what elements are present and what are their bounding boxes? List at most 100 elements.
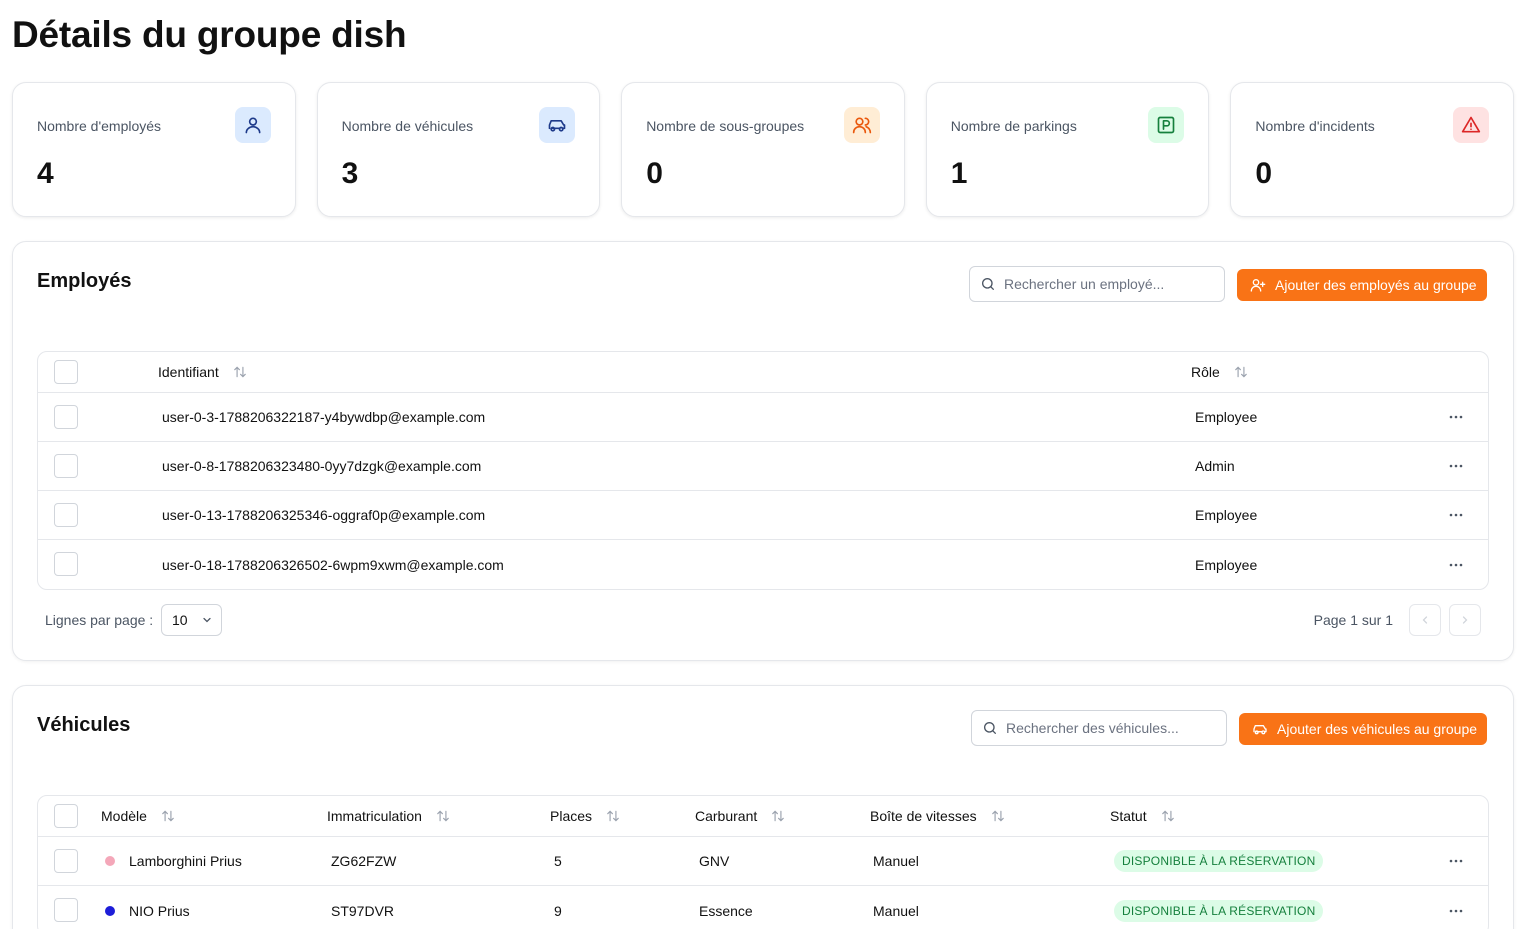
vehicle-seats: 5	[554, 853, 562, 869]
column-label: Carburant	[695, 808, 758, 824]
sort-icon	[991, 809, 1005, 823]
users-icon	[843, 107, 880, 143]
add-employees-button[interactable]: Ajouter des employés au groupe	[1237, 269, 1487, 301]
add-vehicles-button[interactable]: Ajouter des véhicules au groupe	[1239, 713, 1488, 745]
stat-label: Nombre de véhicules	[341, 118, 474, 134]
status-badge: DISPONIBLE À LA RÉSERVATION	[1114, 850, 1324, 872]
column-status[interactable]: Statut	[1110, 796, 1175, 836]
stats-row: Nombre d'employés 4 Nombre de véhicules …	[12, 82, 1514, 217]
employee-id: user-0-3-1788206322187-y4bywdbp@example.…	[162, 409, 486, 425]
vehicle-fuel: GNV	[699, 853, 730, 869]
column-plate[interactable]: Immatriculation	[327, 796, 450, 836]
vehicle-seats: 9	[554, 902, 562, 919]
parking-icon	[1148, 107, 1185, 143]
row-checkbox[interactable]	[54, 552, 78, 576]
rows-per-page-value: 10	[172, 612, 188, 628]
vehicle-color-dot	[105, 856, 115, 866]
sort-icon	[1161, 809, 1175, 823]
select-all-checkbox[interactable]	[54, 804, 78, 828]
employee-search-input[interactable]	[1004, 276, 1214, 292]
stat-card-employees: Nombre d'employés 4	[12, 82, 296, 217]
chevron-left-icon	[1422, 616, 1428, 624]
group-details-page: Détails du groupe dish Nombre d'employés…	[0, 0, 1529, 929]
more-actions-icon[interactable]	[1448, 886, 1464, 929]
vehicle-model: NIO Prius	[105, 886, 190, 929]
stat-value: 4	[37, 157, 54, 190]
rows-per-page-select[interactable]: 10	[161, 604, 222, 636]
column-model[interactable]: Modèle	[101, 796, 175, 836]
chevron-down-icon	[203, 617, 211, 623]
column-label: Boîte de vitesses	[870, 808, 977, 824]
stat-label: Nombre de parkings	[950, 118, 1077, 134]
user-icon	[234, 107, 271, 143]
search-icon	[982, 278, 994, 290]
column-gearbox[interactable]: Boîte de vitesses	[870, 796, 1005, 836]
table-row: NIO Prius ST97DVR 9 Essence Manuel DISPO…	[38, 886, 1488, 929]
column-role[interactable]: Rôle	[1191, 352, 1248, 392]
column-identifiant[interactable]: Identifiant	[158, 352, 247, 392]
vehicle-plate: ZG62FZW	[331, 853, 397, 869]
stat-value: 0	[1255, 157, 1273, 190]
vehicle-search-input[interactable]	[1006, 720, 1216, 736]
sort-icon	[161, 809, 175, 823]
sort-icon	[233, 365, 247, 379]
add-employees-label: Ajouter des employés au groupe	[1275, 277, 1477, 293]
stat-card-incidents: Nombre d'incidents 0	[1230, 82, 1514, 217]
more-actions-icon[interactable]	[1448, 491, 1464, 539]
select-all-checkbox[interactable]	[54, 360, 78, 384]
column-label: Rôle	[1191, 364, 1220, 380]
stat-card-subgroups: Nombre de sous-groupes 0	[621, 82, 905, 217]
rows-per-page-label: Lignes par page :	[45, 612, 154, 628]
row-checkbox[interactable]	[54, 405, 78, 429]
column-label: Immatriculation	[327, 808, 422, 824]
row-checkbox[interactable]	[54, 454, 78, 478]
employee-search[interactable]	[969, 266, 1225, 302]
row-checkbox[interactable]	[54, 503, 78, 527]
vehicles-title: Véhicules	[37, 714, 131, 736]
vehicle-model-name: Lamborghini Prius	[129, 853, 242, 869]
status-badge: DISPONIBLE À LA RÉSERVATION	[1114, 899, 1324, 922]
employee-role: Employee	[1195, 507, 1258, 523]
column-seats[interactable]: Places	[550, 796, 620, 836]
more-actions-icon[interactable]	[1448, 540, 1464, 589]
employee-id: user-0-18-1788206326502-6wpm9xwm@example…	[162, 556, 504, 573]
employees-card: Employés Ajouter des employés au groupe …	[12, 241, 1514, 661]
previous-page-button[interactable]	[1409, 604, 1441, 636]
column-label: Statut	[1110, 808, 1147, 824]
more-actions-icon[interactable]	[1448, 837, 1464, 885]
table-row: user-0-13-1788206325346-oggraf0p@example…	[38, 491, 1488, 540]
stat-label: Nombre d'incidents	[1255, 118, 1375, 134]
employee-role: Employee	[1195, 409, 1258, 425]
vehicles-table: Modèle Immatriculation Places Carburant …	[37, 795, 1489, 929]
employees-table: Identifiant Rôle user-0-3-1788206322187-…	[37, 351, 1489, 590]
alert-triangle-icon	[1452, 107, 1489, 143]
row-checkbox[interactable]	[54, 898, 78, 922]
vehicle-search[interactable]	[971, 710, 1227, 746]
stat-card-vehicles: Nombre de véhicules 3	[316, 82, 601, 217]
stat-label: Nombre d'employés	[37, 118, 162, 134]
vehicle-color-dot	[105, 905, 115, 916]
next-page-button[interactable]	[1449, 604, 1481, 636]
more-actions-icon[interactable]	[1448, 442, 1464, 490]
column-fuel[interactable]: Carburant	[695, 796, 785, 836]
vehicles-card: Véhicules Ajouter des véhicules au group…	[12, 685, 1514, 929]
stat-label: Nombre de sous-groupes	[646, 118, 805, 134]
table-row: Lamborghini Prius ZG62FZW 5 GNV Manuel D…	[38, 837, 1488, 886]
row-checkbox[interactable]	[54, 849, 78, 873]
employee-role: Employee	[1195, 556, 1258, 573]
vehicle-gearbox: Manuel	[873, 853, 919, 869]
column-label: Places	[550, 808, 593, 824]
employee-id: user-0-8-1788206323480-0yy7dzgk@example.…	[162, 458, 482, 474]
table-row: user-0-18-1788206326502-6wpm9xwm@example…	[38, 540, 1488, 589]
more-actions-icon[interactable]	[1448, 393, 1464, 441]
sort-icon	[771, 809, 785, 823]
table-header: Modèle Immatriculation Places Carburant …	[38, 796, 1488, 837]
car-icon	[539, 107, 576, 143]
stat-value: 1	[950, 157, 968, 190]
table-header: Identifiant Rôle	[38, 352, 1488, 393]
employee-id: user-0-13-1788206325346-oggraf0p@example…	[162, 507, 486, 523]
vehicle-plate: ST97DVR	[331, 902, 395, 919]
vehicle-fuel: Essence	[699, 902, 753, 919]
sort-icon	[1234, 365, 1248, 379]
vehicle-status: DISPONIBLE À LA RÉSERVATION	[1114, 837, 1324, 885]
